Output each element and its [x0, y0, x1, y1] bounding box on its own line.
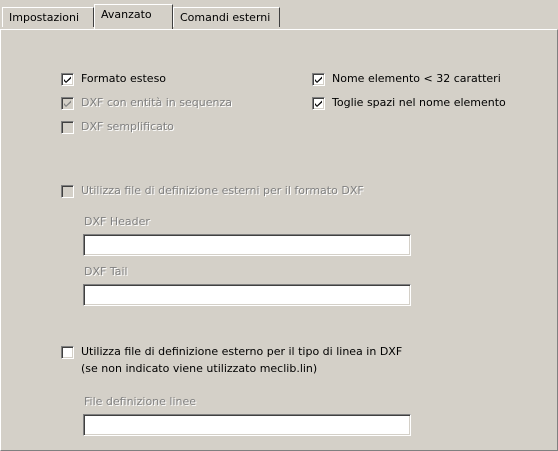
- tab-avanzato-label: Avanzato: [101, 8, 152, 21]
- linetype-checkbox[interactable]: [61, 346, 74, 359]
- file-definizione-label: File definizione linee: [84, 395, 197, 408]
- tab-impostazioni[interactable]: Impostazioni: [2, 7, 94, 27]
- dxf-semplificato-checkbox[interactable]: [61, 121, 74, 134]
- nome-elemento-label: Nome elemento < 32 caratteri: [332, 72, 501, 85]
- dxf-tail-label: DXF Tail: [84, 265, 128, 278]
- dxf-sequenza-checkbox[interactable]: [61, 97, 74, 110]
- tab-comandi-esterni[interactable]: Comandi esterni: [173, 7, 280, 27]
- file-definizione-input[interactable]: [83, 414, 411, 436]
- check-icon: [64, 100, 71, 107]
- toglie-spazi-label: Toglie spazi nel nome elemento: [332, 96, 506, 109]
- formato-esteso-label: Formato esteso: [81, 72, 167, 85]
- check-icon: [315, 100, 322, 107]
- linetype-label-line1: Utilizza file di definizione esterno per…: [81, 345, 403, 358]
- dxf-sequenza-label: DXF con entità in sequenza: [81, 96, 232, 109]
- check-icon: [64, 76, 71, 83]
- external-defs-checkbox[interactable]: [61, 185, 74, 198]
- toglie-spazi-checkbox[interactable]: [312, 97, 325, 110]
- dxf-header-input[interactable]: [83, 234, 411, 256]
- tab-strip: Impostazioni Avanzato Comandi esterni: [0, 0, 558, 30]
- dxf-semplificato-label: DXF semplificato: [81, 120, 174, 133]
- linetype-label-line2: (se non indicato viene utilizzato meclib…: [81, 362, 318, 375]
- dxf-header-label: DXF Header: [84, 215, 150, 228]
- tab-avanzato[interactable]: Avanzato: [94, 4, 173, 29]
- check-icon: [315, 76, 322, 83]
- tab-comandi-esterni-label: Comandi esterni: [180, 11, 271, 24]
- tab-impostazioni-label: Impostazioni: [9, 11, 80, 24]
- formato-esteso-checkbox[interactable]: [61, 73, 74, 86]
- nome-elemento-checkbox[interactable]: [312, 73, 325, 86]
- dxf-tail-input[interactable]: [83, 284, 411, 306]
- external-defs-label: Utilizza file di definizione esterni per…: [81, 184, 364, 197]
